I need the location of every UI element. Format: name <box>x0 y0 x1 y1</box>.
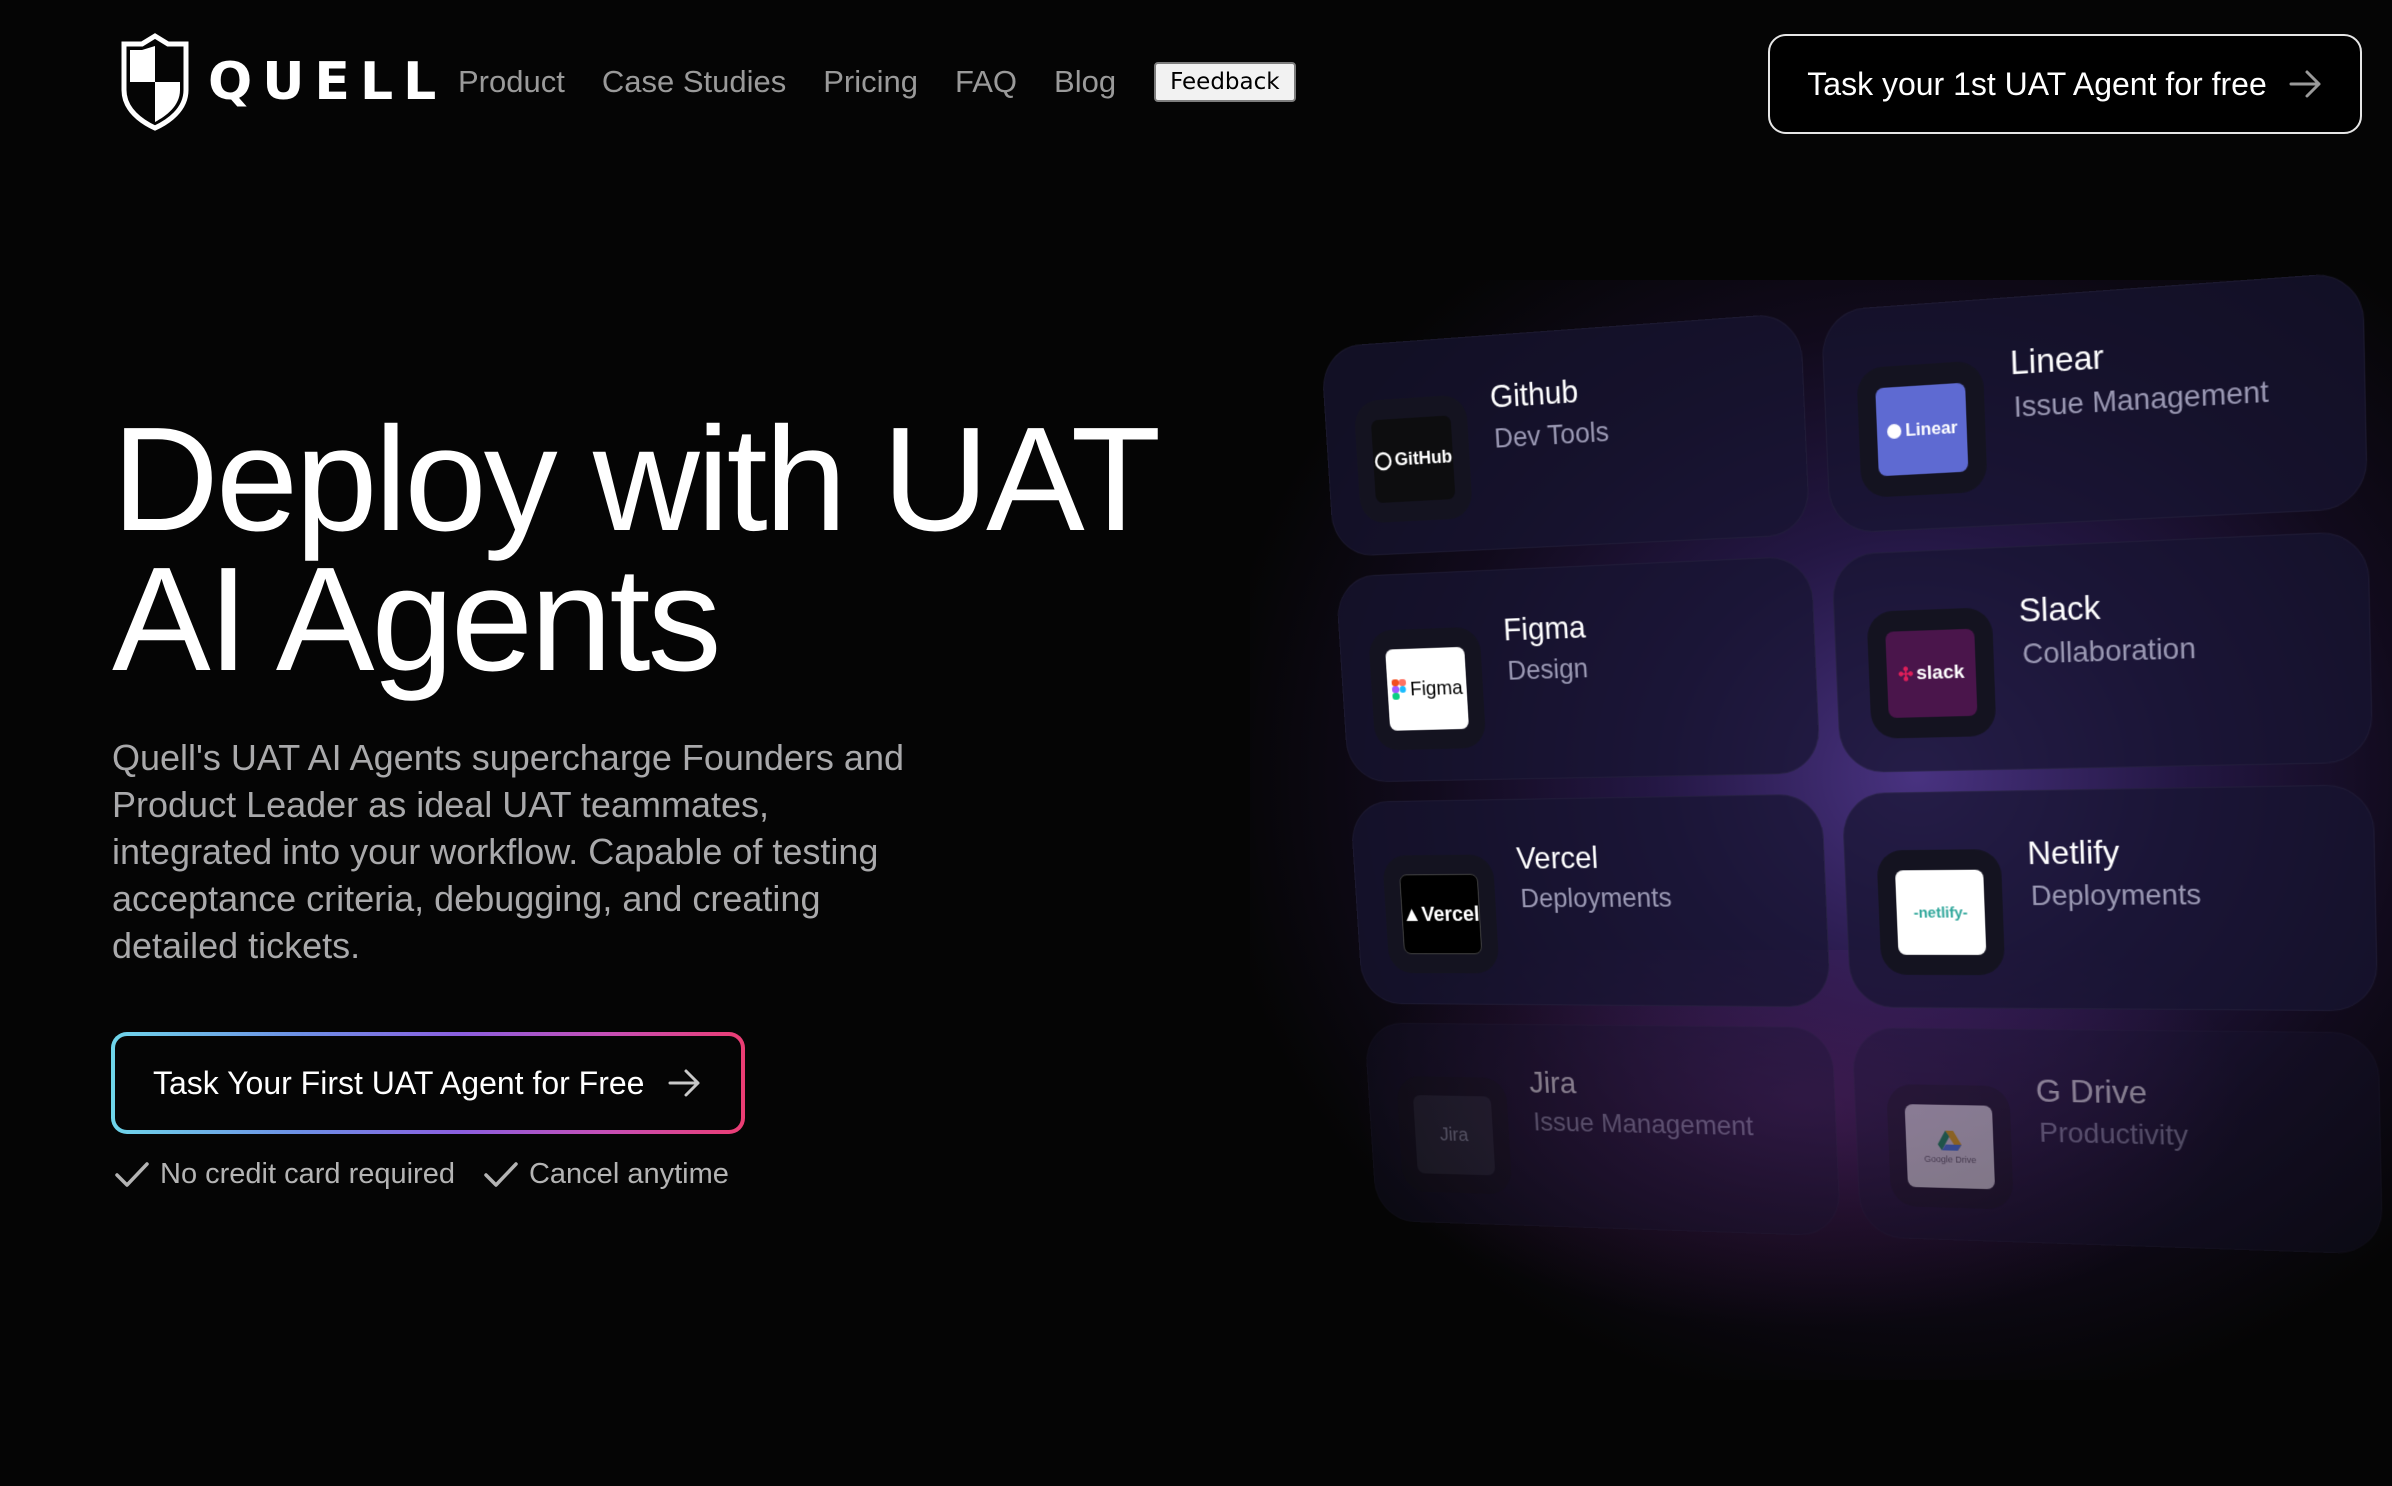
integration-name: Figma <box>1502 609 1586 649</box>
nav-link-faq[interactable]: FAQ <box>955 64 1017 100</box>
integration-category: Dev Tools <box>1493 416 1609 455</box>
figma-icon: Figma <box>1368 627 1487 751</box>
github-logo-text: GitHub <box>1394 446 1453 471</box>
vercel-logo-text: ▲Vercel <box>1402 902 1481 927</box>
linear-icon: Linear <box>1856 360 1987 498</box>
check-item: No credit card required <box>114 1158 455 1191</box>
primary-nav: Product Case Studies Pricing FAQ Blog Fe… <box>458 62 1296 102</box>
arrow-right-icon <box>668 1068 702 1098</box>
integration-name: Slack <box>2018 588 2101 630</box>
integration-card-linear: Linear Linear Issue Management <box>1821 271 2368 534</box>
checkmark-icon <box>114 1160 150 1190</box>
vercel-icon: ▲Vercel <box>1382 854 1499 973</box>
brand-name: QUELL <box>208 52 446 112</box>
brand-logo[interactable]: QUELL <box>116 32 446 132</box>
hero-title-line-1: Deploy with UAT <box>112 410 1158 550</box>
hero-cta-button[interactable]: Task Your First UAT Agent for Free <box>111 1032 745 1134</box>
shield-logo-icon <box>116 32 194 132</box>
nav-link-pricing[interactable]: Pricing <box>823 64 918 100</box>
netlify-logo-text: -netlify- <box>1913 904 1968 921</box>
integration-name: G Drive <box>2035 1072 2147 1111</box>
top-navbar: QUELL Product Case Studies Pricing FAQ B… <box>0 0 2392 168</box>
netlify-icon: -netlify- <box>1876 849 2005 975</box>
integration-card-vercel: ▲Vercel Vercel Deployments <box>1350 794 1831 1008</box>
integration-name: Jira <box>1528 1065 1577 1101</box>
hero-description: Quell's UAT AI Agents supercharge Founde… <box>112 734 932 969</box>
integration-card-netlify: -netlify- Netlify Deployments <box>1841 784 2378 1011</box>
integration-name: Github <box>1489 373 1579 416</box>
arrow-right-icon <box>2289 69 2323 99</box>
slack-icon: ✣ slack <box>1866 607 1996 739</box>
integration-card-gdrive: Google Drive G Drive Productivity <box>1851 1027 2383 1255</box>
integration-category: Deployments <box>2030 878 2201 912</box>
checkmark-icon <box>483 1160 519 1190</box>
integration-card-figma: Figma Figma Design <box>1335 555 1821 782</box>
linear-logo-text: Linear <box>1905 417 1958 441</box>
integration-category: Design <box>1507 652 1589 686</box>
nav-link-product[interactable]: Product <box>458 64 565 100</box>
integrations-grid: GitHub Github Dev Tools Linear Linear Is… <box>1320 270 2392 1255</box>
integration-name: Vercel <box>1515 840 1599 877</box>
jira-icon: Jira <box>1396 1076 1512 1194</box>
integration-card-slack: ✣ slack Slack Collaboration <box>1831 531 2373 774</box>
integration-category: Collaboration <box>2022 631 2197 670</box>
integration-category: Productivity <box>2039 1117 2189 1152</box>
check-label: Cancel anytime <box>529 1158 729 1191</box>
gdrive-logo-text: Google Drive <box>1924 1153 1976 1164</box>
google-drive-icon: Google Drive <box>1886 1084 2014 1210</box>
jira-logo-text: Jira <box>1439 1124 1469 1146</box>
hero-cta-label: Task Your First UAT Agent for Free <box>153 1065 644 1102</box>
check-label: No credit card required <box>160 1158 455 1191</box>
integration-card-github: GitHub Github Dev Tools <box>1320 312 1810 557</box>
nav-cta-label: Task your 1st UAT Agent for free <box>1807 66 2266 103</box>
hero-title: Deploy with UAT AI Agents <box>112 410 1158 690</box>
cta-reassurance: No credit card required Cancel anytime <box>114 1158 757 1191</box>
check-item: Cancel anytime <box>483 1158 729 1191</box>
integration-category: Issue Management <box>1532 1107 1754 1142</box>
integrations-showcase: GitHub Github Dev Tools Linear Linear Is… <box>1310 330 2392 1230</box>
nav-link-blog[interactable]: Blog <box>1054 64 1116 100</box>
integration-category: Deployments <box>1520 882 1673 914</box>
nav-link-case-studies[interactable]: Case Studies <box>602 64 786 100</box>
nav-cta-button[interactable]: Task your 1st UAT Agent for free <box>1768 34 2362 134</box>
hero-title-line-2: AI Agents <box>112 550 1158 690</box>
integration-category: Issue Management <box>2013 374 2269 424</box>
feedback-button[interactable]: Feedback <box>1154 62 1296 102</box>
integration-card-jira: Jira Jira Issue Management <box>1364 1023 1841 1237</box>
integration-name: Linear <box>2009 337 2104 383</box>
integration-name: Netlify <box>2027 833 2120 872</box>
figma-logo-text: Figma <box>1410 676 1464 701</box>
slack-logo-text: slack <box>1916 661 1965 685</box>
github-icon: GitHub <box>1353 394 1473 523</box>
